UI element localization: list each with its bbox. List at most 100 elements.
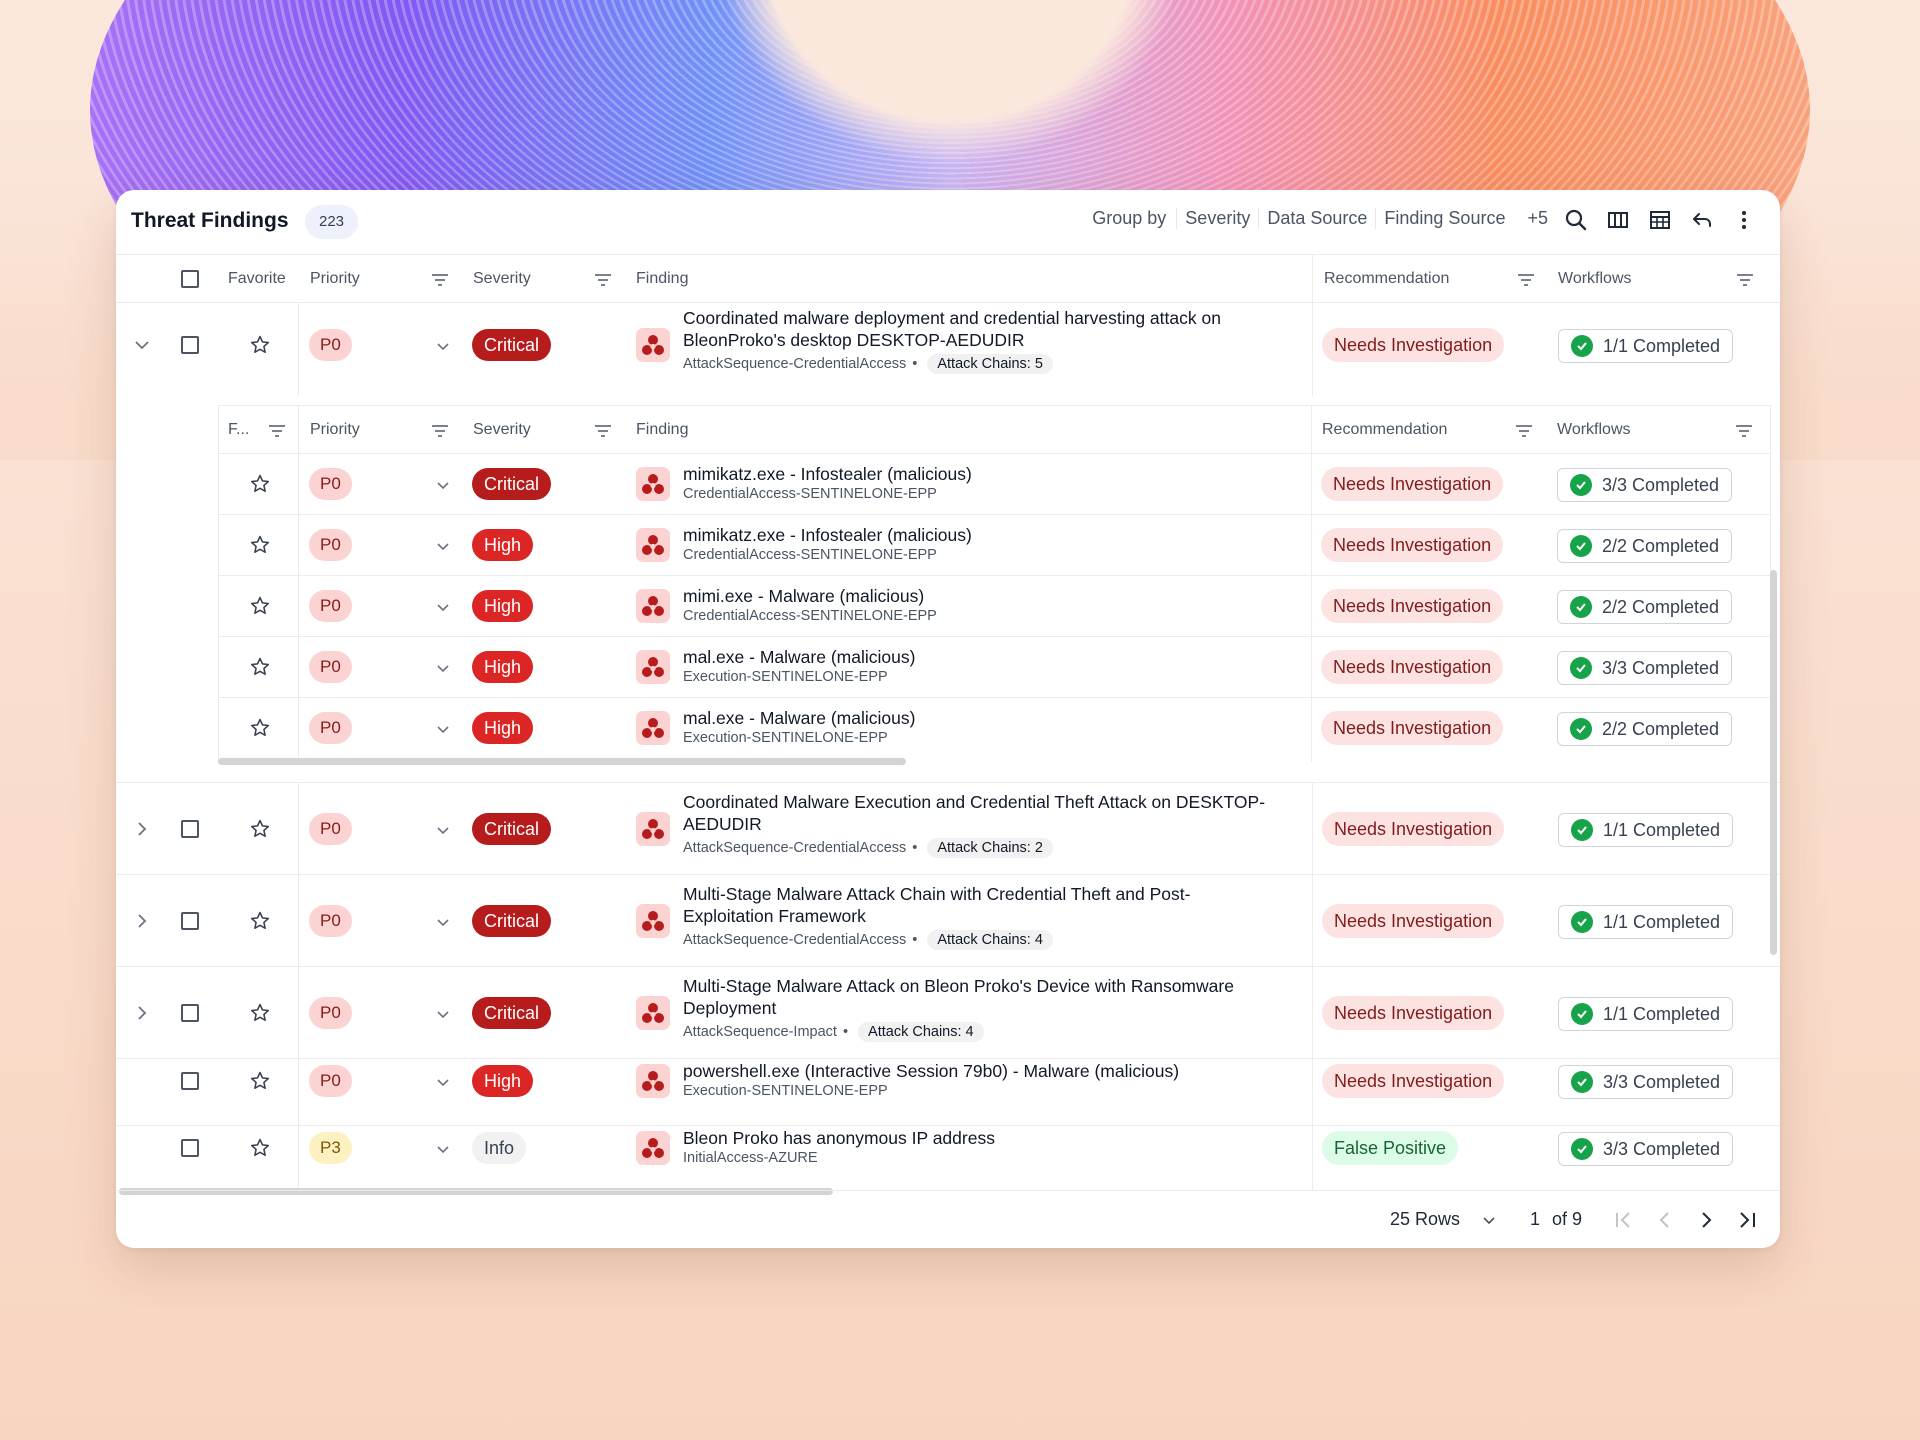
attack-chains-badge[interactable]: Attack Chains: 5: [927, 354, 1053, 374]
favorite-star-icon[interactable]: [249, 910, 271, 932]
attack-chains-badge[interactable]: Attack Chains: 4: [858, 1022, 984, 1042]
recommendation-badge[interactable]: Needs Investigation: [1321, 711, 1504, 745]
workflow-status[interactable]: 1/1 Completed: [1558, 997, 1734, 1031]
previous-page-icon[interactable]: [1655, 1210, 1675, 1230]
recommendation-badge[interactable]: Needs Investigation: [1322, 996, 1505, 1030]
favorite-star-icon[interactable]: [249, 717, 271, 739]
select-all-checkbox[interactable]: [181, 270, 199, 288]
workflow-status[interactable]: 1/1 Completed: [1558, 329, 1734, 363]
favorite-star-icon[interactable]: [249, 1070, 271, 1092]
attack-chains-badge[interactable]: Attack Chains: 4: [927, 930, 1053, 950]
first-page-icon[interactable]: [1613, 1210, 1635, 1230]
row-checkbox[interactable]: [181, 820, 199, 838]
row-checkbox[interactable]: [181, 912, 199, 930]
chevron-down-icon[interactable]: [436, 722, 450, 736]
attack-chains-badge[interactable]: Attack Chains: 2: [927, 838, 1053, 858]
workflow-status[interactable]: 3/3 Completed: [1558, 1132, 1734, 1166]
workflow-status[interactable]: 2/2 Completed: [1557, 590, 1733, 624]
workflow-status[interactable]: 1/1 Completed: [1558, 905, 1734, 939]
favorite-star-icon[interactable]: [249, 818, 271, 840]
chevron-down-icon[interactable]: [436, 339, 450, 353]
last-page-icon[interactable]: [1736, 1210, 1758, 1230]
finding-title-line-1[interactable]: Coordinated malware deployment and crede…: [683, 308, 1221, 329]
group-by-more[interactable]: +5: [1527, 208, 1548, 229]
column-priority[interactable]: Priority: [310, 270, 360, 288]
column-favorite-short[interactable]: F...: [228, 421, 249, 439]
expand-chevron-icon[interactable]: [134, 1005, 150, 1021]
column-workflows[interactable]: Workflows: [1558, 270, 1632, 288]
chevron-down-icon[interactable]: [436, 478, 450, 492]
favorite-star-icon[interactable]: [249, 473, 271, 495]
finding-title-line-1[interactable]: Coordinated Malware Execution and Creden…: [683, 792, 1265, 813]
row-checkbox[interactable]: [181, 336, 199, 354]
row-checkbox[interactable]: [181, 1004, 199, 1022]
finding-title[interactable]: mimikatz.exe - Infostealer (malicious): [683, 525, 972, 546]
recommendation-badge[interactable]: Needs Investigation: [1321, 589, 1504, 623]
recommendation-filter-icon[interactable]: [1517, 273, 1535, 287]
row-checkbox[interactable]: [181, 1139, 199, 1157]
search-icon[interactable]: [1562, 206, 1590, 234]
finding-title-line-1[interactable]: Multi-Stage Malware Attack Chain with Cr…: [683, 884, 1190, 905]
expand-chevron-icon[interactable]: [134, 913, 150, 929]
row-checkbox[interactable]: [181, 1072, 199, 1090]
finding-title[interactable]: mimi.exe - Malware (malicious): [683, 586, 924, 607]
workflow-status[interactable]: 1/1 Completed: [1558, 813, 1734, 847]
expand-chevron-icon[interactable]: [134, 821, 150, 837]
recommendation-badge[interactable]: Needs Investigation: [1321, 528, 1504, 562]
recommendation-badge[interactable]: Needs Investigation: [1322, 904, 1505, 938]
favorite-star-icon[interactable]: [249, 1002, 271, 1024]
workflows-filter-icon[interactable]: [1736, 273, 1754, 287]
chevron-down-icon[interactable]: [436, 1142, 450, 1156]
finding-title[interactable]: powershell.exe (Interactive Session 79b0…: [683, 1061, 1179, 1082]
finding-title-line-2[interactable]: Deployment: [683, 998, 776, 1019]
finding-title-line-2[interactable]: AEDUDIR: [683, 814, 762, 835]
sub-column-severity[interactable]: Severity: [473, 421, 531, 439]
sub-priority-filter-icon[interactable]: [431, 424, 449, 438]
recommendation-badge[interactable]: Needs Investigation: [1322, 328, 1505, 362]
workflow-status[interactable]: 3/3 Completed: [1557, 468, 1733, 502]
chevron-down-icon[interactable]: [436, 823, 450, 837]
more-vertical-icon[interactable]: [1730, 206, 1758, 234]
finding-title[interactable]: mal.exe - Malware (malicious): [683, 708, 915, 729]
workflow-status[interactable]: 3/3 Completed: [1558, 1065, 1734, 1099]
sub-recommendation-filter-icon[interactable]: [1515, 424, 1533, 438]
recommendation-badge[interactable]: Needs Investigation: [1322, 1064, 1505, 1098]
priority-filter-icon[interactable]: [431, 273, 449, 287]
workflow-status[interactable]: 3/3 Completed: [1557, 651, 1733, 685]
favorite-star-icon[interactable]: [249, 534, 271, 556]
severity-filter-icon[interactable]: [594, 273, 612, 287]
page-current[interactable]: 1: [1530, 1209, 1540, 1230]
favorite-star-icon[interactable]: [249, 1137, 271, 1159]
finding-title-line-2[interactable]: BleonProko's desktop DESKTOP-AEDUDIR: [683, 330, 1024, 351]
chevron-down-icon[interactable]: [1482, 1213, 1496, 1227]
next-page-icon[interactable]: [1696, 1210, 1716, 1230]
finding-title[interactable]: Bleon Proko has anonymous IP address: [683, 1128, 995, 1149]
sub-column-recommendation[interactable]: Recommendation: [1322, 421, 1447, 439]
group-by-severity[interactable]: Severity: [1176, 208, 1258, 229]
chevron-down-icon[interactable]: [436, 1007, 450, 1021]
sub-column-finding[interactable]: Finding: [636, 421, 688, 439]
rows-per-page-select[interactable]: 25 Rows: [1390, 1209, 1460, 1230]
column-favorite[interactable]: Favorite: [228, 270, 286, 288]
favorite-filter-icon[interactable]: [268, 424, 286, 438]
sub-severity-filter-icon[interactable]: [594, 424, 612, 438]
sub-table-horizontal-scrollbar[interactable]: [218, 758, 906, 765]
finding-title[interactable]: mimikatz.exe - Infostealer (malicious): [683, 464, 972, 485]
favorite-star-icon[interactable]: [249, 334, 271, 356]
recommendation-badge[interactable]: Needs Investigation: [1321, 467, 1504, 501]
sub-workflows-filter-icon[interactable]: [1735, 424, 1753, 438]
chevron-down-icon[interactable]: [436, 600, 450, 614]
recommendation-badge[interactable]: Needs Investigation: [1322, 812, 1505, 846]
column-severity[interactable]: Severity: [473, 270, 531, 288]
table-icon[interactable]: [1646, 206, 1674, 234]
group-by-finding-source[interactable]: Finding Source: [1375, 208, 1513, 229]
favorite-star-icon[interactable]: [249, 656, 271, 678]
chevron-down-icon[interactable]: [436, 915, 450, 929]
sub-column-workflows[interactable]: Workflows: [1557, 421, 1631, 439]
collapse-chevron-icon[interactable]: [134, 337, 150, 353]
recommendation-badge[interactable]: False Positive: [1322, 1131, 1459, 1165]
workflow-status[interactable]: 2/2 Completed: [1557, 529, 1733, 563]
column-recommendation[interactable]: Recommendation: [1324, 270, 1449, 288]
workflow-status[interactable]: 2/2 Completed: [1557, 712, 1733, 746]
chevron-down-icon[interactable]: [436, 1075, 450, 1089]
